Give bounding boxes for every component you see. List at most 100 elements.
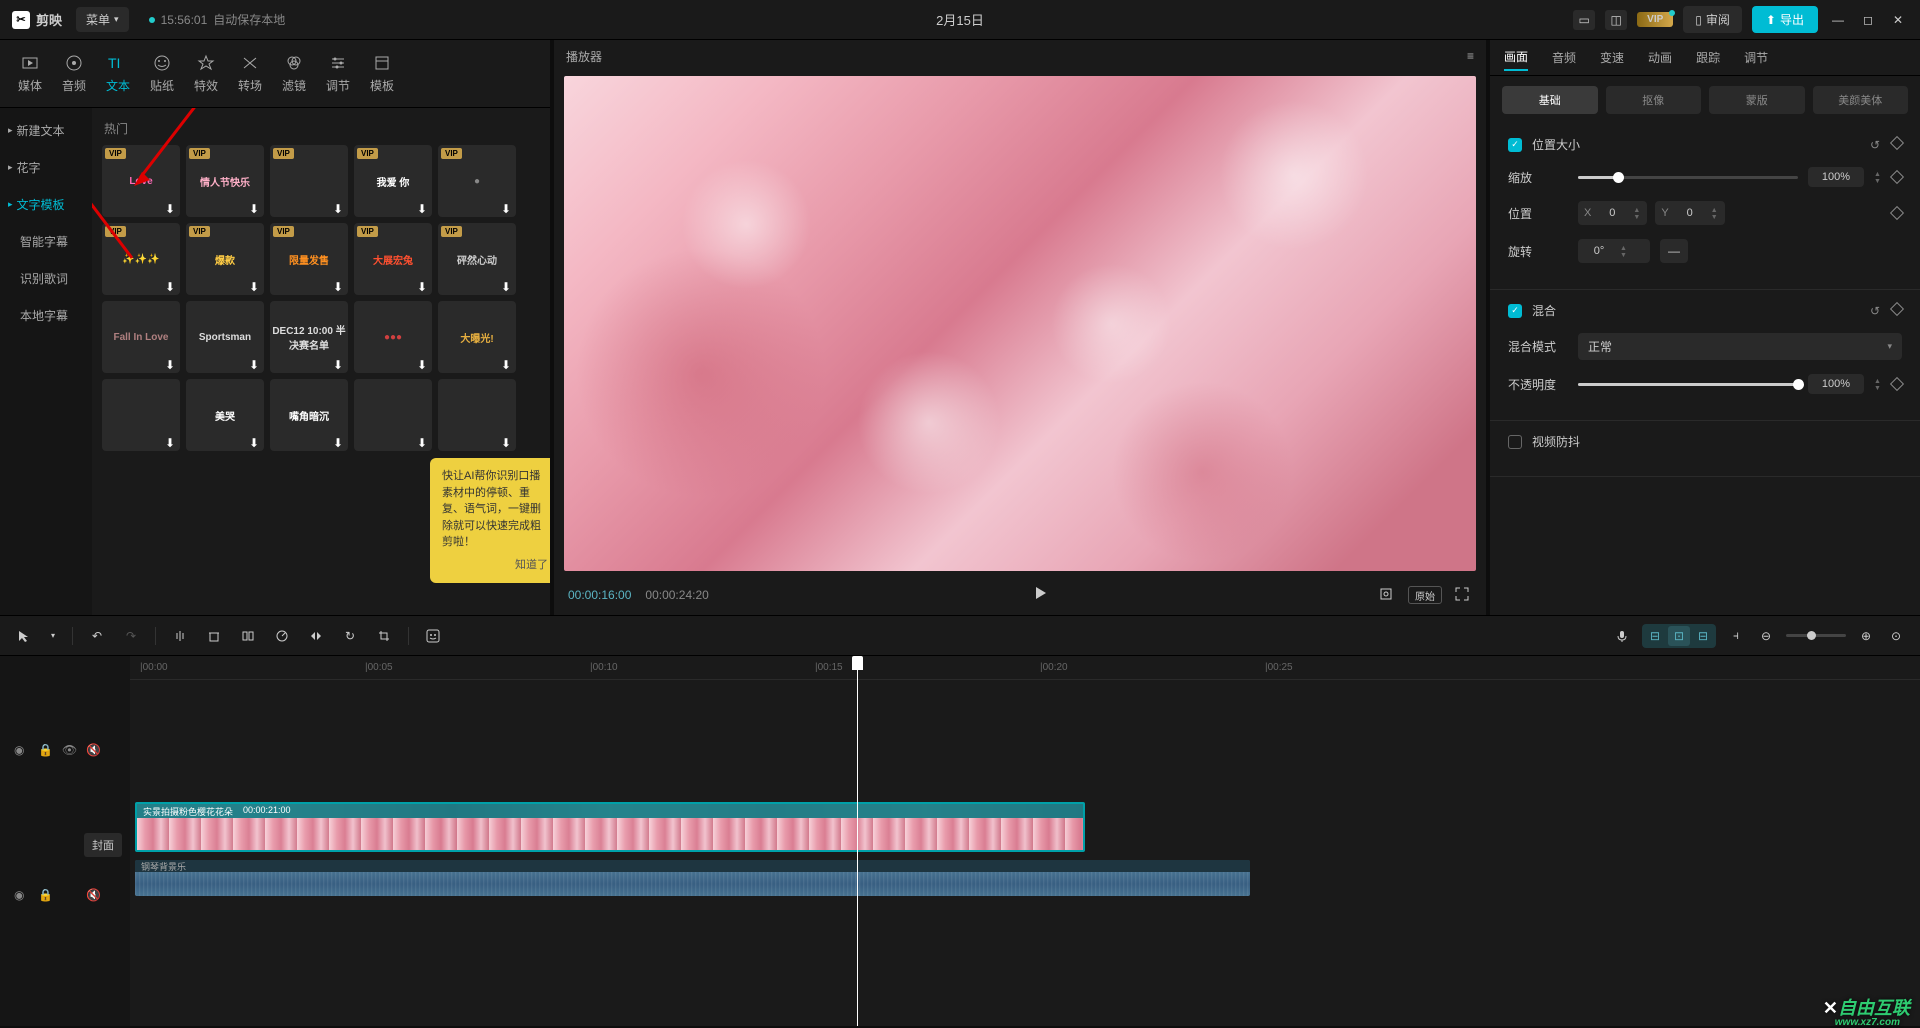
zoom-out-icon[interactable]: ⊖ xyxy=(1756,626,1776,646)
track-eye-icon[interactable]: 👁 xyxy=(62,743,76,757)
magnet-1[interactable]: ⊟ xyxy=(1644,626,1666,646)
mirror-tool[interactable] xyxy=(306,626,326,646)
sidebar-smart-caption[interactable]: 智能字幕 xyxy=(0,223,92,260)
export-button[interactable]: ⬆ 导出 xyxy=(1752,6,1818,33)
sidebar-new-text[interactable]: ▸新建文本 xyxy=(0,112,92,149)
layout-icon-1[interactable]: ▭ xyxy=(1573,10,1595,30)
smart-tool[interactable] xyxy=(423,626,443,646)
template-item-18[interactable]: ⬇ xyxy=(354,379,432,451)
template-item-12[interactable]: DEC12 10:00 半决赛名单⬇ xyxy=(270,301,348,373)
menu-button[interactable]: 菜单▾ xyxy=(76,7,129,32)
nav-filter[interactable]: 滤镜 xyxy=(272,45,316,102)
opacity-up[interactable]: ▲ xyxy=(1874,378,1882,384)
blend-reset-icon[interactable]: ↺ xyxy=(1870,304,1884,318)
position-keyframe[interactable] xyxy=(1890,206,1904,220)
tab-speed[interactable]: 变速 xyxy=(1600,45,1624,70)
tooltip-ok-button[interactable]: 知道了 xyxy=(442,557,548,574)
select-dropdown[interactable]: ▾ xyxy=(48,626,58,646)
nav-template[interactable]: 模板 xyxy=(360,45,404,102)
sidebar-huazi[interactable]: ▸花字 xyxy=(0,149,92,186)
cover-label[interactable]: 封面 xyxy=(84,833,122,857)
stabilize-check[interactable] xyxy=(1508,435,1522,449)
cut-left-tool[interactable] xyxy=(238,626,258,646)
template-item-0[interactable]: VIPLove⬇ xyxy=(102,145,180,217)
magnet-3[interactable]: ⊟ xyxy=(1692,626,1714,646)
nav-audio[interactable]: 音频 xyxy=(52,45,96,102)
template-item-11[interactable]: Sportsman⬇ xyxy=(186,301,264,373)
template-item-2[interactable]: VIP⬇ xyxy=(270,145,348,217)
zoom-slider[interactable] xyxy=(1786,634,1846,637)
reset-icon[interactable]: ↺ xyxy=(1870,138,1884,152)
nav-media[interactable]: 媒体 xyxy=(8,45,52,102)
minimize-icon[interactable]: — xyxy=(1828,10,1848,30)
tab-animation[interactable]: 动画 xyxy=(1648,45,1672,70)
play-button[interactable] xyxy=(1033,585,1053,605)
audio-mute-icon[interactable]: 🔇 xyxy=(86,888,100,902)
nav-effect[interactable]: 特效 xyxy=(184,45,228,102)
vip-badge[interactable]: VIP xyxy=(1637,12,1673,27)
audio-lock-icon[interactable]: 🔒 xyxy=(38,888,52,902)
subtab-mask[interactable]: 抠像 xyxy=(1606,86,1702,114)
player-menu-icon[interactable]: ≡ xyxy=(1467,49,1474,63)
x-input[interactable]: X0▲▼ xyxy=(1578,201,1647,225)
subtab-beauty[interactable]: 美颜美体 xyxy=(1813,86,1909,114)
maximize-icon[interactable]: ◻ xyxy=(1858,10,1878,30)
audio-clip[interactable]: 钢琴背景乐 xyxy=(135,860,1250,896)
fullscreen-icon[interactable] xyxy=(1454,586,1472,604)
template-item-19[interactable]: ⬇ xyxy=(438,379,516,451)
nav-adjust[interactable]: 调节 xyxy=(316,45,360,102)
zoom-fit-icon[interactable]: ⊙ xyxy=(1886,626,1906,646)
track-toggle-icon[interactable]: ◉ xyxy=(14,743,28,757)
track-mute-icon[interactable]: 🔇 xyxy=(86,743,100,757)
template-item-15[interactable]: ⬇ xyxy=(102,379,180,451)
scale-keyframe[interactable] xyxy=(1890,170,1904,184)
split-tool[interactable] xyxy=(170,626,190,646)
layout-icon-2[interactable]: ◫ xyxy=(1605,10,1627,30)
template-item-5[interactable]: VIP✨✨✨⬇ xyxy=(102,223,180,295)
rotate-tool[interactable]: ↻ xyxy=(340,626,360,646)
ratio-button[interactable]: 原始 xyxy=(1408,586,1442,604)
tab-audio[interactable]: 音频 xyxy=(1552,45,1576,70)
scale-slider[interactable] xyxy=(1578,176,1798,179)
scale-up[interactable]: ▲ xyxy=(1874,171,1882,177)
opacity-slider[interactable] xyxy=(1578,383,1798,386)
nav-text[interactable]: TI文本 xyxy=(96,45,140,102)
sidebar-text-template[interactable]: ▸文字模板 xyxy=(0,186,92,223)
crop-icon[interactable] xyxy=(1378,586,1396,604)
playhead[interactable] xyxy=(857,656,858,1026)
template-item-13[interactable]: ●●●⬇ xyxy=(354,301,432,373)
template-item-16[interactable]: 美哭⬇ xyxy=(186,379,264,451)
speed-tool[interactable] xyxy=(272,626,292,646)
opacity-down[interactable]: ▼ xyxy=(1874,385,1882,391)
template-item-9[interactable]: VIP砰然心动⬇ xyxy=(438,223,516,295)
template-item-10[interactable]: Fall In Love⬇ xyxy=(102,301,180,373)
crop-tool[interactable] xyxy=(374,626,394,646)
template-item-4[interactable]: VIP●⬇ xyxy=(438,145,516,217)
position-size-check[interactable]: ✓ xyxy=(1508,138,1522,152)
scale-value[interactable]: 100% xyxy=(1808,167,1864,187)
template-item-17[interactable]: 嘴角暗沉⬇ xyxy=(270,379,348,451)
player-viewport[interactable] xyxy=(564,76,1476,571)
ruler[interactable]: |00:00|00:05|00:10|00:15|00:20|00:25 xyxy=(130,656,1920,680)
tab-track[interactable]: 跟踪 xyxy=(1696,45,1720,70)
nav-transition[interactable]: 转场 xyxy=(228,45,272,102)
template-item-8[interactable]: VIP大展宏兔⬇ xyxy=(354,223,432,295)
zoom-in-icon[interactable]: ⊕ xyxy=(1856,626,1876,646)
blend-keyframe[interactable] xyxy=(1890,301,1904,315)
template-item-7[interactable]: VIP限量发售⬇ xyxy=(270,223,348,295)
rotation-input[interactable]: 0°▲▼ xyxy=(1578,239,1650,263)
scale-down[interactable]: ▼ xyxy=(1874,178,1882,184)
select-tool[interactable] xyxy=(14,626,34,646)
template-item-3[interactable]: VIP我爱 你⬇ xyxy=(354,145,432,217)
project-title[interactable]: 2月15日 xyxy=(936,10,984,29)
opacity-value[interactable]: 100% xyxy=(1808,374,1864,394)
sidebar-local-caption[interactable]: 本地字幕 xyxy=(0,297,92,334)
redo-tool[interactable]: ↷ xyxy=(121,626,141,646)
blend-check[interactable]: ✓ xyxy=(1508,304,1522,318)
y-input[interactable]: Y0▲▼ xyxy=(1655,201,1724,225)
keyframe-icon[interactable] xyxy=(1890,135,1904,149)
blend-mode-select[interactable]: 正常▾ xyxy=(1578,333,1902,360)
align-tool[interactable]: ⫞ xyxy=(1726,626,1746,646)
subtab-mask2[interactable]: 蒙版 xyxy=(1709,86,1805,114)
undo-tool[interactable]: ↶ xyxy=(87,626,107,646)
